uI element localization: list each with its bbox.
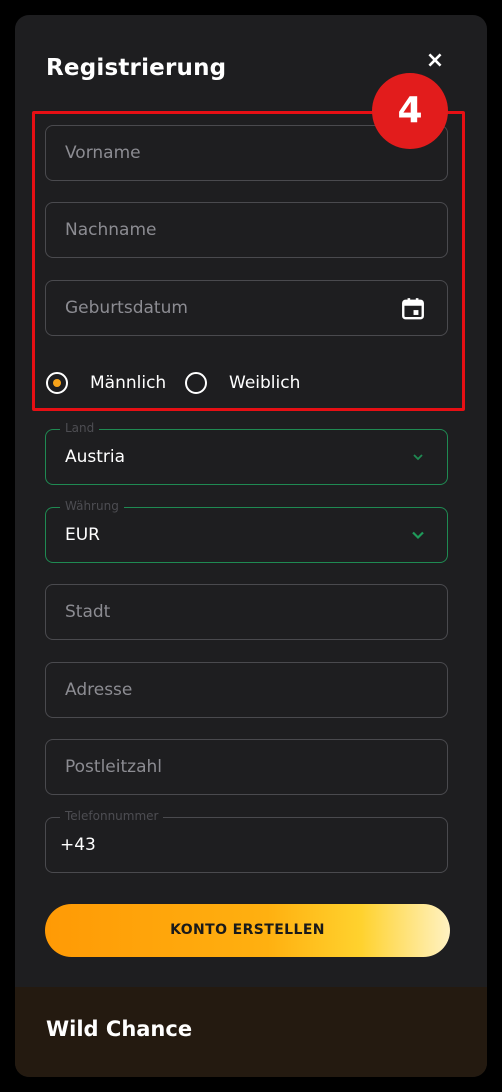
city-placeholder: Stadt [65, 602, 111, 622]
country-value: Austria [65, 447, 126, 467]
address-field[interactable]: Adresse [45, 662, 448, 718]
address-placeholder: Adresse [65, 680, 133, 700]
city-field[interactable]: Stadt [45, 584, 448, 640]
highlight-box [32, 111, 465, 411]
phone-value: +43 [60, 835, 96, 855]
phone-field[interactable]: Telefonnummer +43 [45, 809, 448, 873]
create-account-button[interactable]: KONTO ERSTELLEN [45, 904, 450, 957]
registration-modal: Registrierung × Vorname Nachname Geburts… [15, 15, 487, 1077]
step-badge: 4 [372, 73, 448, 149]
phone-label: Telefonnummer [60, 809, 164, 823]
chevron-down-icon [412, 531, 424, 540]
footer: Wild Chance [15, 987, 487, 1077]
currency-select[interactable]: Währung EUR [45, 499, 448, 563]
chevron-down-icon [413, 454, 423, 461]
zip-field[interactable]: Postleitzahl [45, 739, 448, 795]
close-icon[interactable]: × [421, 47, 449, 75]
currency-value: EUR [65, 525, 100, 545]
currency-label: Währung [60, 499, 124, 513]
zip-placeholder: Postleitzahl [65, 757, 162, 777]
country-select[interactable]: Land Austria [45, 421, 448, 485]
country-label: Land [60, 421, 100, 435]
modal-title: Registrierung [46, 55, 227, 81]
brand-name: Wild Chance [46, 1017, 193, 1041]
